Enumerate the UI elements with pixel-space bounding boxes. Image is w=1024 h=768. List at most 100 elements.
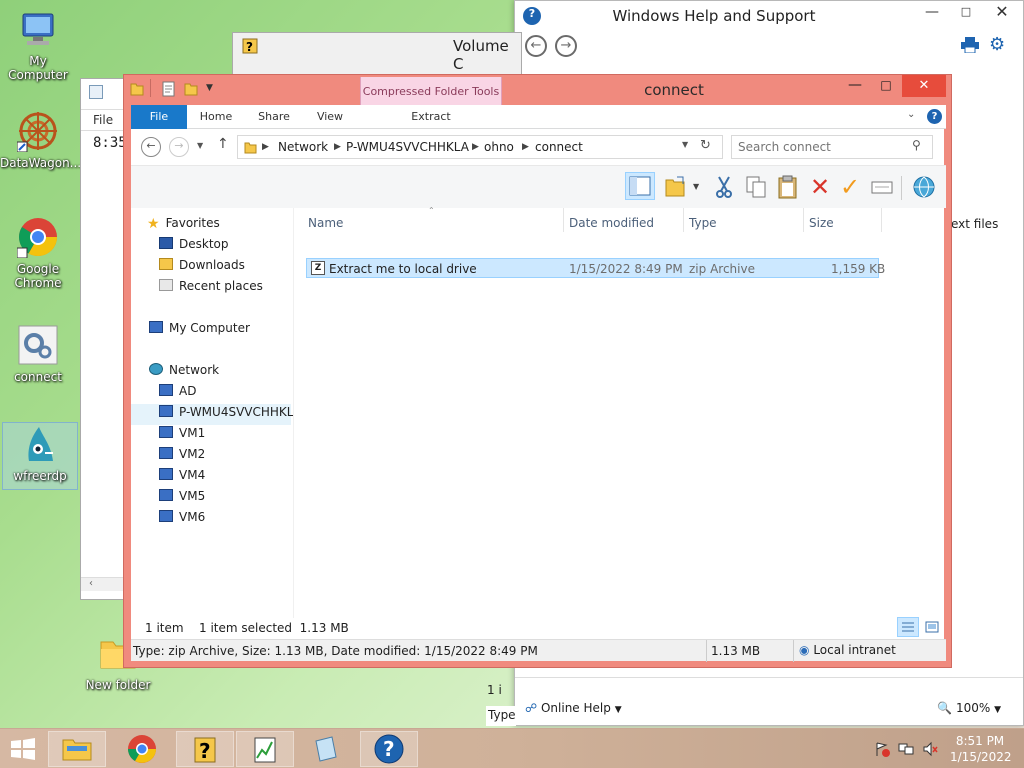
back-icon[interactable]: ← [141, 137, 161, 157]
taskbar-properties[interactable]: ? [176, 731, 234, 767]
delete-icon[interactable]: ✕ [807, 174, 833, 200]
recent-locations-icon[interactable]: ▼ [197, 141, 203, 150]
menu-file[interactable]: File [93, 113, 113, 127]
search-icon[interactable]: ⚲ [912, 138, 921, 152]
minimize-button[interactable]: — [915, 1, 949, 25]
maximize-button[interactable]: □ [949, 1, 983, 25]
copy-icon[interactable] [743, 174, 769, 200]
tab-share[interactable]: Share [249, 105, 299, 129]
nav-host-vm4[interactable]: VM4 [159, 468, 205, 488]
properties-folder-icon[interactable] [663, 174, 689, 200]
select-icon[interactable] [869, 174, 895, 200]
clock[interactable]: 8:51 PM 1/15/2022 [950, 733, 1012, 765]
new-folder-icon[interactable] [184, 81, 198, 97]
file-row-selected[interactable]: Z Extract me to local drive 1/15/2022 8:… [306, 258, 885, 278]
computer-icon [159, 384, 173, 396]
action-center-flag-icon[interactable] [874, 741, 890, 757]
taskbar-help[interactable]: ? [360, 731, 418, 767]
notepad-text[interactable]: 8:35 [93, 135, 127, 151]
address-bar[interactable]: ▶ Network ▶ P-WMU4SVVCHHKLA ▶ ohno ▶ con… [237, 135, 723, 159]
svg-text:?: ? [199, 739, 211, 763]
minimize-button[interactable]: — [840, 75, 870, 97]
tab-home[interactable]: Home [191, 105, 241, 129]
zoom-control[interactable]: 🔍 100% ▼ [937, 701, 1001, 715]
nav-my-computer[interactable]: My Computer [149, 321, 250, 341]
close-button[interactable]: ✕ [985, 1, 1019, 25]
zoom-icon: 🔍 [937, 701, 953, 715]
search-box[interactable]: ⚲ [731, 135, 933, 159]
taskbar-notepad[interactable] [298, 731, 356, 767]
paste-icon[interactable] [775, 174, 801, 200]
settings-gear-icon[interactable]: ⚙ [989, 36, 1007, 54]
nav-network[interactable]: Network [149, 363, 219, 383]
properties-icon: ? [241, 37, 259, 55]
help-icon[interactable]: ? [927, 109, 942, 124]
nav-host-vm5[interactable]: VM5 [159, 489, 205, 509]
refresh-icon[interactable]: ↻ [700, 138, 711, 153]
partial-status-text: Type [486, 706, 516, 726]
sort-ascending-icon: ⌃ [428, 206, 435, 215]
column-name[interactable]: Name [308, 216, 343, 230]
nav-host-vm6[interactable]: VM6 [159, 510, 205, 530]
up-arrow-icon[interactable]: ↑ [217, 136, 229, 152]
online-help-dropdown[interactable]: ☍ Online Help ▼ [525, 701, 622, 715]
desktop-icon-wfreerdp[interactable]: wfreerdp [2, 422, 78, 490]
search-input[interactable] [738, 139, 898, 155]
desktop-icon-my-computer[interactable]: My Computer [0, 8, 76, 82]
breadcrumb-network[interactable]: Network [278, 140, 328, 154]
column-date-modified[interactable]: Date modified [569, 216, 654, 230]
column-type[interactable]: Type [689, 216, 717, 230]
network-tray-icon[interactable] [898, 741, 914, 757]
preview-pane-button[interactable] [625, 172, 655, 200]
desktop-icon-datawagon[interactable]: DataWagon... [0, 110, 81, 170]
taskbar-chrome[interactable] [113, 731, 171, 767]
taskbar-file-explorer[interactable] [48, 731, 106, 767]
scroll-left-icon[interactable]: ‹ [89, 578, 93, 589]
my-computer-icon [17, 8, 59, 50]
expand-ribbon-icon[interactable]: ⌄ [907, 109, 915, 120]
large-icons-view-button[interactable] [923, 618, 941, 636]
tab-file[interactable]: File [131, 105, 187, 129]
desktop-icon-connect[interactable]: connect [0, 324, 76, 384]
taskbar-notepad-chart[interactable] [236, 731, 294, 767]
details-view-button[interactable] [897, 617, 919, 637]
back-icon[interactable]: ← [525, 35, 547, 57]
nav-recent-places[interactable]: Recent places [159, 279, 263, 299]
nav-host-vm1[interactable]: VM1 [159, 426, 205, 446]
forward-icon[interactable]: → [169, 137, 189, 157]
desktop-icon-label: Google Chrome [14, 262, 62, 290]
print-icon[interactable] [961, 37, 979, 54]
breadcrumb-connect[interactable]: connect [535, 140, 583, 154]
start-button[interactable] [8, 737, 38, 761]
nav-host-ad[interactable]: AD [159, 384, 196, 404]
intranet-globe-icon: ◉ [799, 643, 810, 657]
computer-icon [159, 405, 173, 417]
nav-desktop[interactable]: Desktop [159, 237, 229, 257]
desktop-icon-google-chrome[interactable]: Google Chrome [0, 216, 76, 290]
address-history-icon[interactable]: ▼ [682, 140, 688, 149]
volume-muted-icon[interactable] [922, 741, 938, 757]
nav-host-vm2[interactable]: VM2 [159, 447, 205, 467]
star-icon: ★ [147, 216, 160, 232]
maximize-button[interactable]: □ [872, 75, 900, 97]
forward-icon[interactable]: → [555, 35, 577, 57]
close-button[interactable]: ✕ [902, 75, 946, 97]
network-globe-icon[interactable] [911, 174, 937, 200]
nav-host-p-wmu4svvchhkl[interactable]: P-WMU4SVVCHHKL [159, 405, 293, 425]
nav-favorites[interactable]: ★ Favorites [147, 216, 220, 236]
breadcrumb-host[interactable]: P-WMU4SVVCHHKLA [346, 140, 469, 154]
nav-downloads[interactable]: Downloads [159, 258, 245, 278]
customize-quick-access-icon[interactable]: ▼ [206, 83, 213, 93]
folder-icon [130, 81, 144, 97]
breadcrumb-ohno[interactable]: ohno [484, 140, 514, 154]
chevron-down-icon[interactable]: ▼ [693, 182, 699, 191]
tab-extract[interactable]: Extract [360, 105, 502, 129]
tab-view[interactable]: View [305, 105, 355, 129]
task-manager-icon [254, 737, 276, 763]
column-size[interactable]: Size [809, 216, 834, 230]
properties-icon[interactable] [162, 81, 176, 97]
explorer-window[interactable]: ▼ Compressed Folder Tools connect — □ ✕ … [123, 74, 952, 668]
cut-icon[interactable] [711, 174, 737, 200]
status-selection: 1 item selected 1.13 MB [199, 621, 349, 635]
rename-check-icon[interactable]: ✓ [837, 174, 863, 200]
